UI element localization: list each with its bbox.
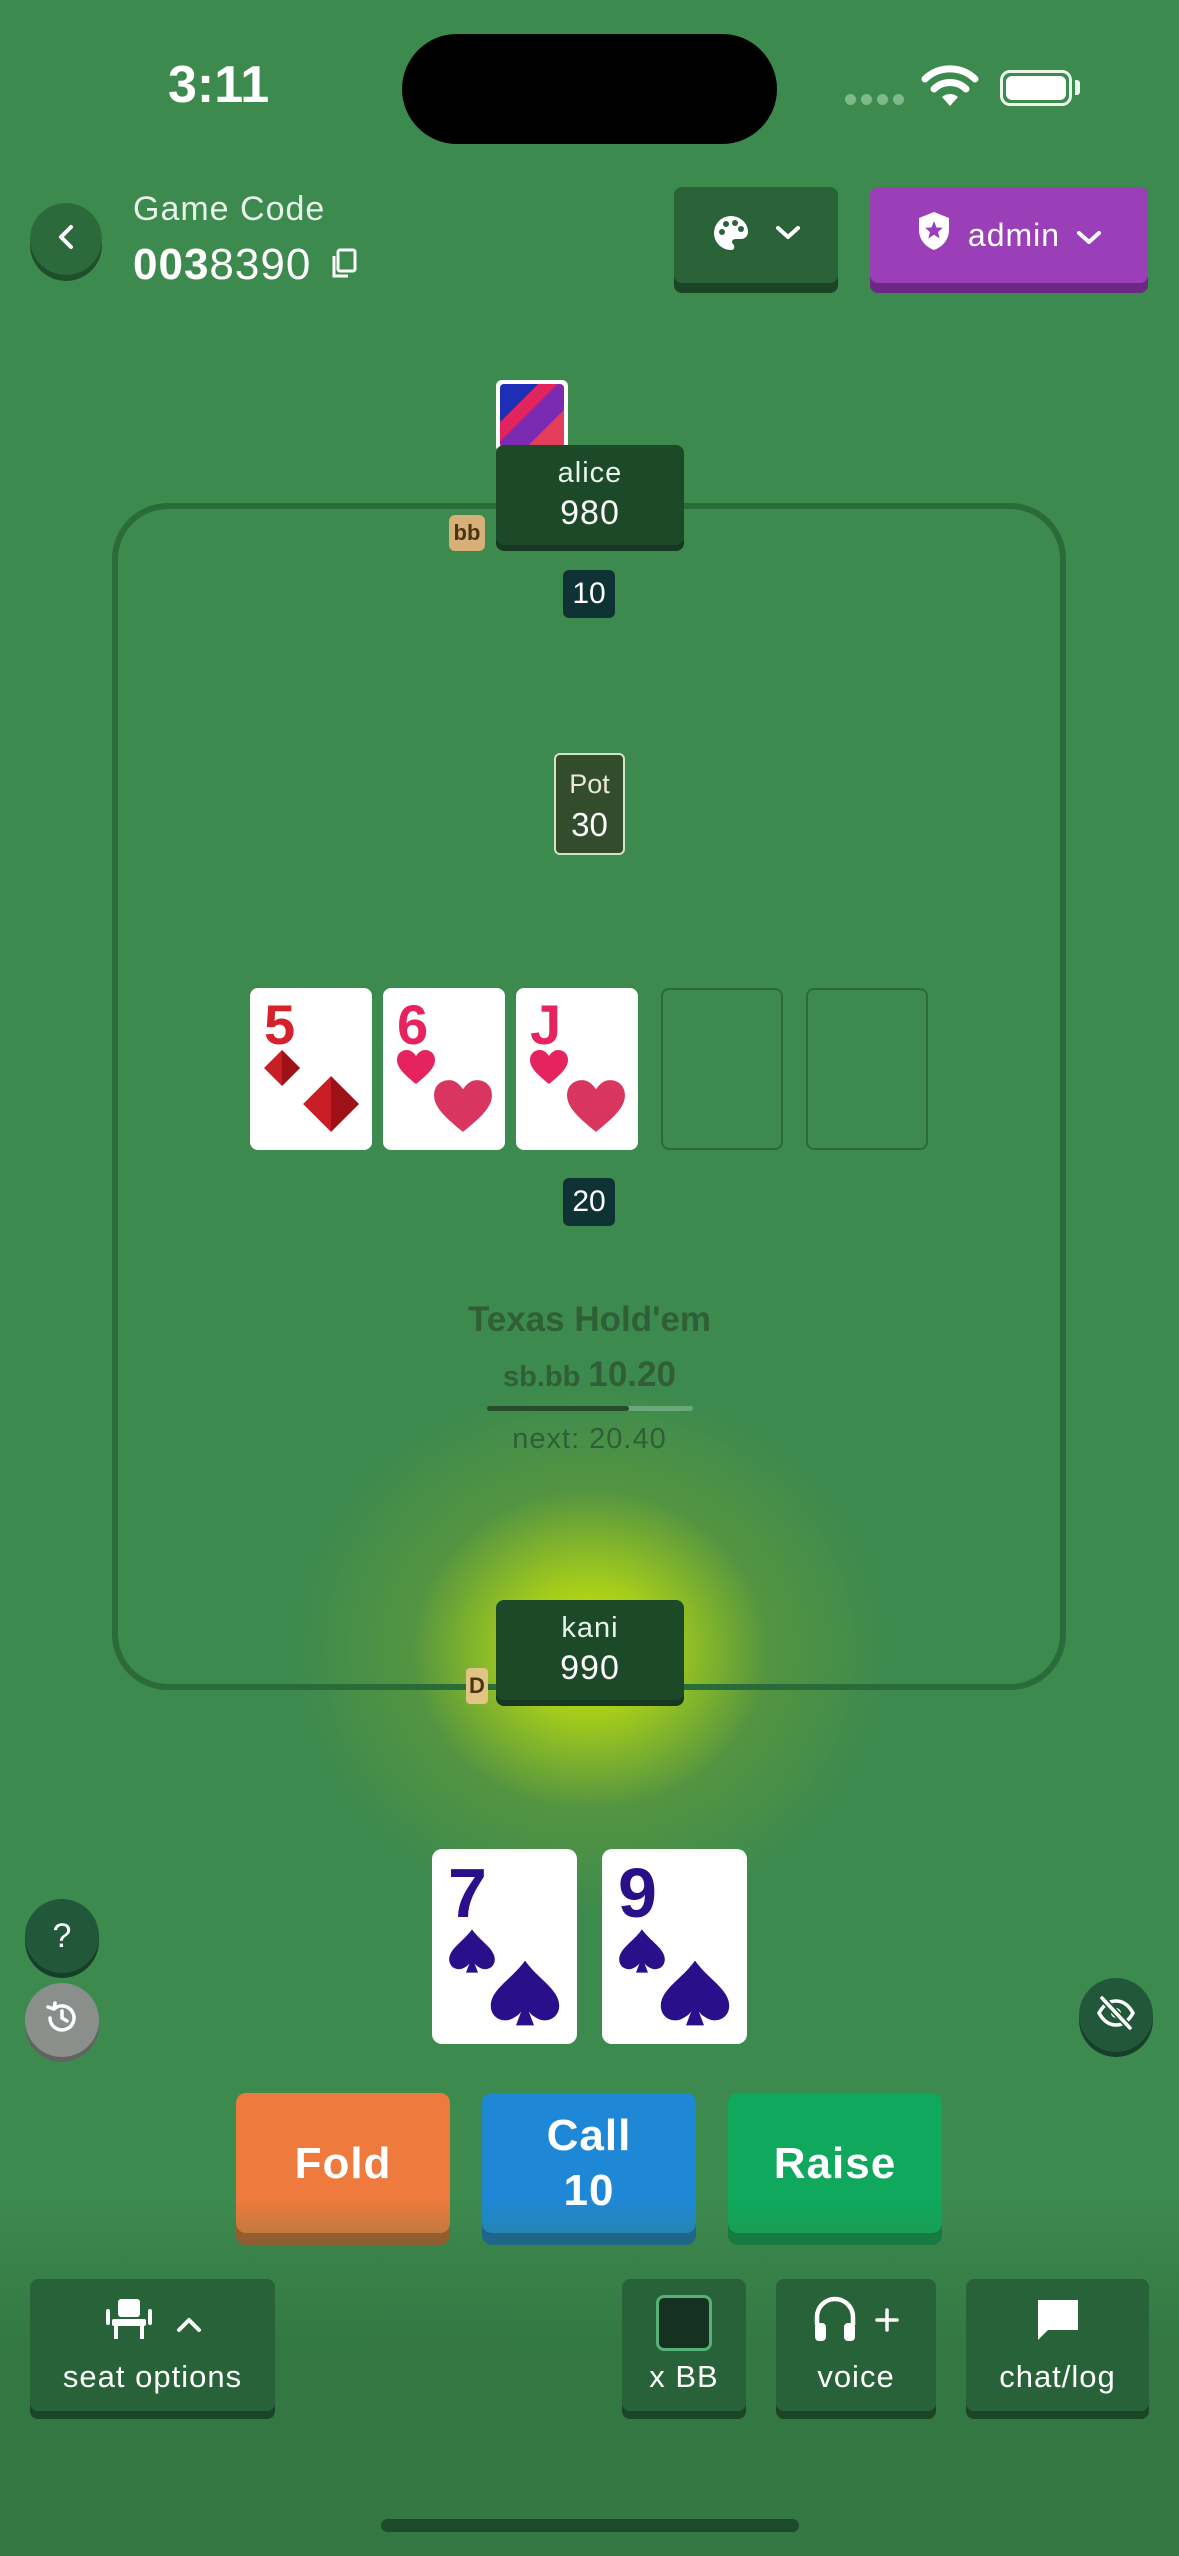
- blinds-display: sb.bb 10.20: [0, 1355, 1179, 1395]
- status-time: 3:11: [168, 56, 270, 114]
- palette-icon: [711, 213, 751, 258]
- diamond-icon: [300, 1073, 362, 1140]
- empty-board-slot: [806, 988, 928, 1150]
- blinds-value: 10.20: [588, 1355, 676, 1394]
- game-code-prefix: 003: [133, 240, 210, 289]
- player-name: kani: [561, 1612, 619, 1644]
- next-blinds: next: 20.40: [512, 1423, 667, 1455]
- chevron-up-icon: [176, 2305, 202, 2341]
- chat-log-label: chat/log: [999, 2359, 1116, 2394]
- player-stack: 980: [560, 494, 620, 532]
- player-seat-bottom[interactable]: kani 990: [496, 1600, 684, 1700]
- heart-icon: [431, 1077, 495, 1140]
- back-button[interactable]: [30, 203, 102, 275]
- battery-nub: [1075, 80, 1080, 95]
- card-rank: 9: [618, 1854, 657, 1932]
- dealer-button-badge: D: [466, 1668, 488, 1704]
- voice-button[interactable]: voice: [776, 2279, 936, 2411]
- wifi-icon: [920, 62, 980, 113]
- cellular-signal-icon: [845, 92, 909, 110]
- big-blind-badge: bb: [449, 515, 485, 551]
- hole-card[interactable]: 7: [432, 1849, 577, 2044]
- card-rank: 7: [448, 1854, 487, 1932]
- history-icon: [43, 1999, 81, 2042]
- heart-icon: [564, 1077, 628, 1140]
- eye-off-icon: [1096, 1995, 1136, 2036]
- seat-options-button[interactable]: seat options: [30, 2279, 275, 2411]
- raise-label: Raise: [773, 2138, 897, 2188]
- shield-star-icon: [916, 210, 952, 260]
- opponent-card-back: [496, 380, 568, 452]
- spade-icon: [657, 1957, 733, 2034]
- plus-icon: [874, 2305, 900, 2341]
- game-variant-name: Texas Hold'em: [467, 1300, 712, 1339]
- board-card: J: [516, 988, 638, 1150]
- hand-history-button[interactable]: [25, 1983, 99, 2057]
- copy-icon[interactable]: [330, 248, 358, 285]
- call-label: Call: [546, 2111, 632, 2160]
- admin-menu-button[interactable]: admin: [870, 187, 1148, 283]
- chevron-left-icon: [54, 222, 78, 257]
- hole-card[interactable]: 9: [602, 1849, 747, 2044]
- player-bet: 10: [563, 570, 615, 618]
- admin-label: admin: [967, 216, 1061, 253]
- dynamic-island: [402, 34, 777, 144]
- game-code-label: Game Code: [133, 190, 326, 228]
- spade-icon: [487, 1957, 563, 2034]
- blinds-label: sb.bb: [503, 1361, 581, 1393]
- player-stack: 990: [560, 1649, 620, 1687]
- empty-board-slot: [661, 988, 783, 1150]
- xbb-label: x BB: [649, 2359, 719, 2394]
- game-code: 0038390: [133, 240, 311, 290]
- help-button[interactable]: ?: [25, 1899, 99, 1973]
- board-card: 6: [383, 988, 505, 1150]
- headphones-icon: [812, 2295, 858, 2351]
- chat-bubble-icon: [1034, 2296, 1082, 2350]
- game-code-suffix: 8390: [209, 240, 312, 289]
- fold-label: Fold: [294, 2138, 392, 2188]
- blind-timer-fill: [487, 1406, 629, 1411]
- diamond-icon: [262, 1048, 302, 1093]
- xbb-toggle-button[interactable]: x BB: [622, 2279, 746, 2411]
- xbb-checkbox: [656, 2295, 712, 2351]
- chat-log-button[interactable]: chat/log: [966, 2279, 1149, 2411]
- board-card: 5: [250, 988, 372, 1150]
- player-name: alice: [557, 457, 623, 489]
- seat-icon: [104, 2297, 154, 2349]
- pot-value: 30: [571, 806, 608, 843]
- player-seat-top[interactable]: alice 980: [496, 445, 684, 545]
- chevron-down-icon: [775, 225, 801, 246]
- voice-label: voice: [817, 2359, 895, 2394]
- theme-button[interactable]: [674, 187, 838, 283]
- chevron-down-icon: [1076, 217, 1102, 254]
- pot-display: Pot 30: [554, 753, 625, 855]
- battery-icon: [1000, 70, 1072, 106]
- home-indicator[interactable]: [381, 2519, 799, 2532]
- player-bet: 20: [563, 1178, 615, 1226]
- seat-options-label: seat options: [62, 2359, 243, 2394]
- pot-label: Pot: [569, 769, 610, 799]
- hide-cards-button[interactable]: [1079, 1978, 1153, 2052]
